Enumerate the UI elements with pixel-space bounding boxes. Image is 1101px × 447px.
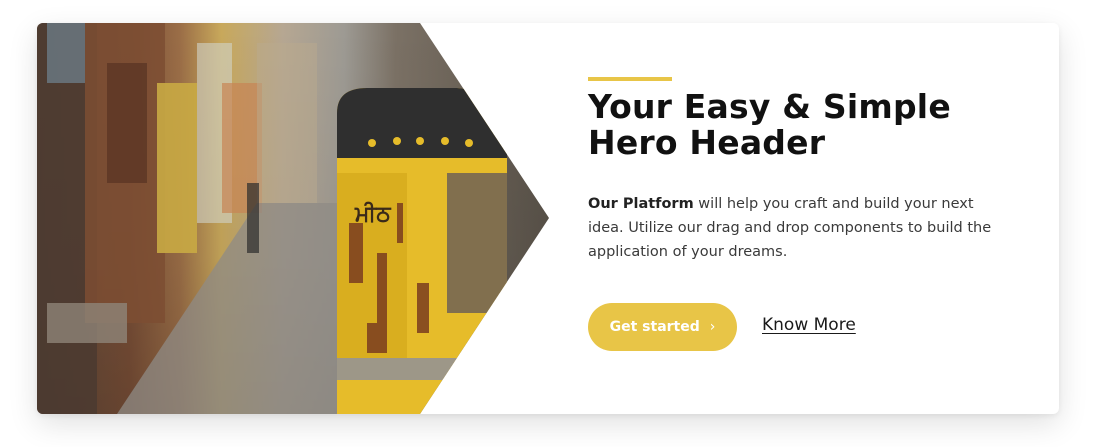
accent-bar — [588, 77, 672, 81]
description-highlight: Our Platform — [588, 196, 694, 212]
svg-text:ਮੀਠ: ਮੀਠ — [354, 201, 392, 227]
hero-description: Our Platform will help you craft and bui… — [588, 192, 998, 264]
know-more-link[interactable]: Know More — [762, 315, 856, 335]
hero-image: ਮੀਠ — [37, 23, 549, 414]
hero-title: Your Easy & Simple Hero Header — [588, 87, 951, 162]
street-scene-illustration: ਮੀਠ — [37, 23, 507, 414]
hero-card: ਮੀਠ Your Easy & Simple Hero Header Our P… — [37, 23, 1059, 414]
get-started-label: Get started — [609, 319, 700, 335]
chevron-right-icon: › — [709, 319, 716, 335]
get-started-button[interactable]: Get started › — [588, 303, 737, 351]
hero-content: Your Easy & Simple Hero Header Our Platf… — [588, 23, 1008, 414]
